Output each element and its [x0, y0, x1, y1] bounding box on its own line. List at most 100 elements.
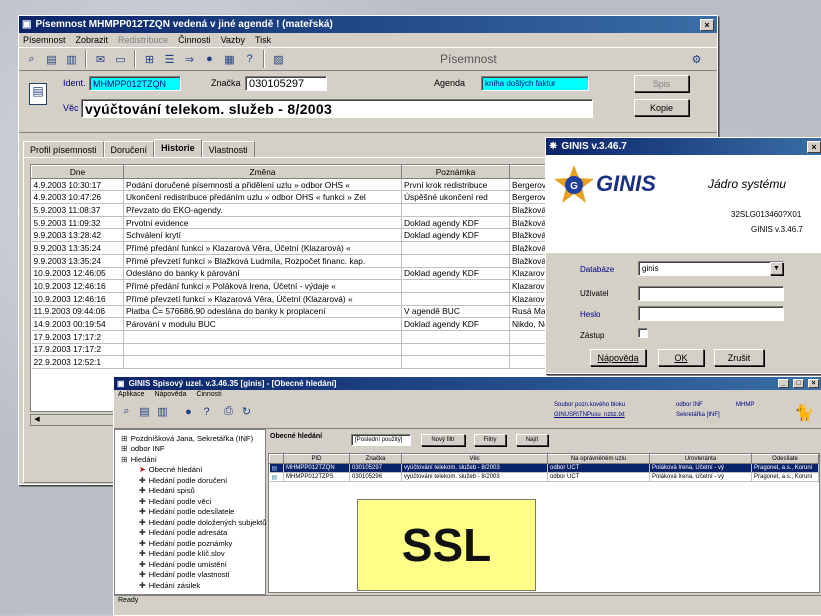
minimize-icon[interactable]: _	[778, 379, 789, 388]
tree-item[interactable]: ✚ Hledání podle klíč.slov	[117, 549, 263, 560]
menu-vazby[interactable]: Vazby	[221, 35, 245, 45]
sp-print-icon[interactable]: ⎙	[220, 403, 237, 420]
results-col-header[interactable]: Značka	[349, 454, 402, 464]
results-col-header[interactable]: PID	[283, 454, 350, 464]
arrow-icon: ➤	[139, 465, 146, 475]
results-row[interactable]: ▤ MHMPP012TZPS 030105296 vyúčtování telekom…	[269, 472, 819, 482]
ok-button[interactable]: OK	[658, 349, 704, 366]
results-cell: vyúčtování telekom. služeb - 8/2003	[401, 472, 548, 482]
menu-tisk[interactable]: Tisk	[255, 35, 271, 45]
tree-item[interactable]: ✚ Hledání zásilek	[117, 580, 263, 591]
table-cell: Prvotní evidence	[123, 216, 402, 230]
results-row[interactable]: ▤ MHMPP012TZQN 030105297 vyúčtování telekom…	[269, 463, 819, 473]
tree-item[interactable]: ⊞ odbor INF	[117, 444, 263, 455]
new-document-icon[interactable]: ▤	[43, 51, 60, 68]
table-cell: Doklad agendy KDF	[401, 228, 510, 243]
tree-item[interactable]: ✚ Hledání podle věci	[117, 496, 263, 507]
menu-cinnosti[interactable]: Činnosti	[178, 35, 211, 45]
folder-icon[interactable]: ▥	[63, 51, 80, 68]
tree-item[interactable]: ⊞ Pozdníšková Jana, Sekretářka (INF)	[117, 433, 263, 444]
tree-item[interactable]: ✚ Hledání podle doložených subjektů	[117, 517, 267, 528]
tab-profil[interactable]: Profil písemnosti	[23, 141, 104, 157]
vec-field[interactable]: vyúčtování telekom. služeb - 8/2003	[81, 99, 593, 118]
uzivatel-input[interactable]	[638, 286, 784, 301]
spisovy-titlebar[interactable]: ▣ GINIS Spisový uzel. v.3.46.35 [ginis] …	[114, 377, 821, 390]
sp-search-icon[interactable]: ⌕	[118, 403, 135, 420]
zrusit-button[interactable]: Zrušit	[714, 349, 764, 366]
najit-button[interactable]: Najít	[516, 434, 548, 446]
results-col-header[interactable]: Na oprávněném uzlu	[547, 454, 650, 464]
tree-item[interactable]: ✚ Hledání podle poznámky	[117, 538, 263, 549]
zastup-checkbox[interactable]	[638, 328, 648, 338]
tree-item[interactable]: ✚ Hledání podle umístění	[117, 559, 263, 570]
tree-item[interactable]: ✚ Hledání podle doručení	[117, 475, 263, 486]
tree-item[interactable]: ✚ Hledání spisů	[117, 486, 263, 497]
heslo-input[interactable]	[638, 306, 784, 321]
znacka-field[interactable]: 030105297	[245, 76, 327, 91]
navigation-tree: ⊞ Pozdníšková Jana, Sekretářka (INF) ⊞ odbo…	[114, 429, 267, 595]
node-icon: ✚	[139, 528, 146, 538]
settings-icon[interactable]: ⚙	[688, 51, 705, 68]
info-blok-file[interactable]: GINUSR\TNPusu_nzbz.txt	[554, 412, 625, 418]
mail-icon[interactable]: ✉	[92, 51, 109, 68]
sp-doc-icon[interactable]: ▤	[136, 403, 153, 420]
filtry-button[interactable]: Filtry	[474, 434, 506, 446]
list-icon[interactable]: ☰	[161, 51, 178, 68]
picture-icon[interactable]: ▨	[270, 51, 287, 68]
col-zmena[interactable]: Změna	[123, 165, 402, 179]
main-titlebar[interactable]: ▣ Písemnost MHMPP012TZQN vedená v jiné a…	[19, 16, 717, 33]
results-col-header[interactable]: Odesílate	[751, 454, 819, 464]
col-dne[interactable]: Dne	[31, 165, 124, 179]
uzivatel-label: Uživatel	[580, 289, 609, 298]
kopie-button[interactable]: Kopie	[634, 99, 689, 116]
tab-doruceni[interactable]: Doručení	[103, 141, 155, 157]
table-cell: Odesláno do banky k párování	[123, 267, 402, 281]
chart-icon[interactable]: ▦	[221, 51, 238, 68]
tree-item[interactable]: ➤ Obecné hledání	[117, 465, 263, 476]
tab-vlastnosti[interactable]: Vlastnosti	[201, 141, 255, 157]
sp-refresh-icon[interactable]: ↻	[238, 403, 255, 420]
login-titlebar[interactable]: ✸ GINIS v.3.46.7 ×	[546, 138, 821, 155]
agenda-field[interactable]: kniha došlých faktur	[481, 76, 589, 91]
col-poznamka[interactable]: Poznámka	[401, 165, 510, 179]
menu-aplikace[interactable]: Aplikace	[118, 391, 144, 398]
spisovy-close-icon[interactable]: ×	[808, 379, 819, 388]
menu-redistribuce[interactable]: Redistribuce	[118, 35, 168, 45]
record-icon[interactable]: ●	[201, 51, 218, 68]
menu-spis-cinnosti[interactable]: Činnosti	[196, 391, 221, 398]
results-col-header[interactable]: Urovteránta	[649, 454, 752, 464]
menu-napoveda[interactable]: Nápověda	[154, 391, 186, 398]
novy-filtr-button[interactable]: Nový filtr	[421, 434, 465, 446]
node-icon: ✚	[139, 486, 146, 496]
results-col-header[interactable]	[269, 454, 284, 464]
menu-pisemnost[interactable]: Písemnost	[23, 35, 66, 45]
login-tagline: Jádro systému	[708, 177, 787, 191]
table-cell	[401, 203, 510, 217]
chevron-down-icon[interactable]: ▼	[770, 262, 783, 275]
table-cell: 10.9.2003 12:46:16	[31, 279, 124, 293]
ident-field[interactable]: MHMPP012TZQN	[89, 76, 181, 91]
menu-zobrazit[interactable]: Zobrazit	[76, 35, 109, 45]
help-icon[interactable]: ?	[241, 51, 258, 68]
spis-button[interactable]: Spis	[634, 75, 689, 92]
sp-folder-icon[interactable]: ▥	[154, 403, 171, 420]
stamp-icon[interactable]: ⊞	[141, 51, 158, 68]
forward-icon[interactable]: ⇒	[181, 51, 198, 68]
results-col-header[interactable]: Věc	[401, 454, 548, 464]
scroll-left-icon[interactable]: ◀	[31, 415, 43, 425]
sp-help-icon[interactable]: ?	[198, 403, 215, 420]
tab-historie[interactable]: Historie	[154, 139, 202, 157]
inbox-icon[interactable]: ▭	[112, 51, 129, 68]
maximize-icon[interactable]: □	[793, 379, 804, 388]
databaze-select[interactable]: ginis	[638, 261, 784, 276]
tree-item[interactable]: ✚ Hledání podle odesílatele	[117, 507, 263, 518]
filter-combo[interactable]: [Poslední použitý]	[351, 434, 411, 446]
close-icon[interactable]: ×	[700, 18, 714, 31]
search-icon[interactable]: ⌕	[23, 51, 40, 68]
sp-record-icon[interactable]: ●	[180, 403, 197, 420]
login-close-icon[interactable]: ×	[807, 140, 821, 153]
napoveda-button[interactable]: Nápověda	[590, 349, 646, 366]
tree-item[interactable]: ✚ Hledání podle adresáta	[117, 528, 263, 539]
tree-item[interactable]: ✚ Hledání podle vlastností	[117, 570, 263, 581]
tree-item[interactable]: ⊞ Hledání	[117, 454, 263, 465]
